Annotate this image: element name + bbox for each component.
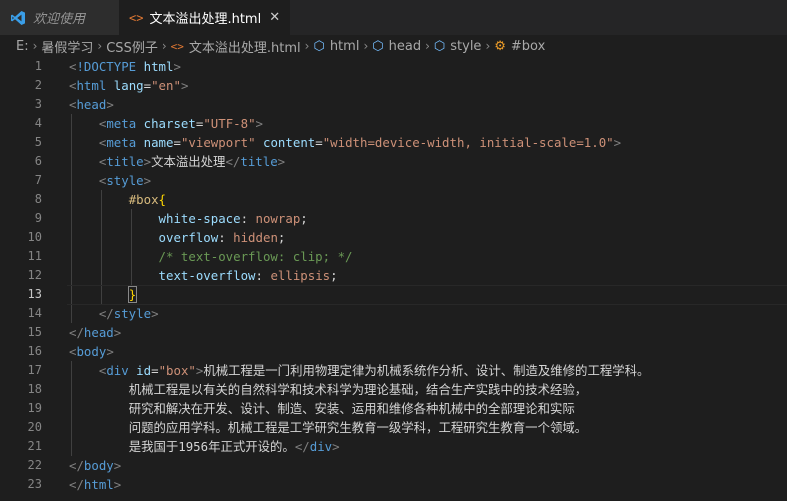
code-line: <meta name="viewport" content="width=dev…: [98, 135, 622, 150]
line-number: 4: [34, 116, 42, 130]
code-line-current: }: [67, 285, 787, 305]
chevron-right-icon: ›: [363, 39, 369, 53]
cube-icon: ⬡: [433, 38, 446, 54]
line-number: 1: [34, 59, 42, 73]
line-number: 22: [27, 458, 42, 472]
line-number: 17: [27, 363, 42, 377]
breadcrumb-symbol-style[interactable]: ⬡ style: [434, 39, 482, 54]
breadcrumb-folder[interactable]: 暑假学习: [41, 37, 93, 56]
code-line: /* text-overflow: clip; */: [158, 249, 353, 264]
code-line: 研究和解决在开发、设计、制造、安装、运用和维修各种机械中的全部理论和实际: [128, 401, 575, 416]
code-line: text-overflow: ellipsis;: [158, 268, 338, 283]
code-line: <html lang="en">: [69, 78, 189, 93]
line-number: 3: [34, 97, 42, 111]
code-line: </html>: [69, 477, 122, 492]
line-number: 8: [34, 192, 42, 206]
code-line: <div id="box">机械工程是一门利用物理定律为机械系统作分析、设计、制…: [98, 363, 650, 378]
cube-icon: ⬡: [372, 38, 384, 54]
tab-bar: 欢迎使用 <> 文本溢出处理.html ✕: [0, 0, 787, 35]
code-line: <head>: [69, 97, 114, 112]
html-file-icon: <>: [129, 10, 144, 25]
code-line: <meta charset="UTF-8">: [98, 116, 263, 131]
chevron-right-icon: ›: [161, 39, 167, 53]
code-line: </body>: [69, 458, 122, 473]
line-number: 23: [27, 477, 42, 491]
code-line: white-space: nowrap;: [158, 211, 308, 226]
breadcrumb-file[interactable]: <> 文本溢出处理.html: [171, 37, 301, 56]
breadcrumb-symbol-selector[interactable]: ⚙ #box: [494, 39, 545, 54]
line-number: 21: [27, 439, 42, 453]
line-number: 5: [34, 135, 42, 149]
chevron-right-icon: ›: [304, 39, 310, 53]
code-line: 机械工程是以有关的自然科学和技术科学为理论基础，结合生产实践中的技术经验，: [128, 382, 588, 397]
code-area[interactable]: <!DOCTYPE html> <html lang="en"> <head> …: [67, 57, 787, 494]
line-number: 19: [27, 401, 42, 415]
close-icon[interactable]: ✕: [269, 10, 280, 25]
chevron-right-icon: ›: [97, 39, 103, 53]
code-line: 是我国于1956年正式开设的。</div>: [128, 439, 340, 454]
line-number-current: 13: [27, 287, 42, 301]
line-number: 11: [27, 249, 42, 263]
breadcrumb: E: › 暑假学习 › CSS例子 › <> 文本溢出处理.html › ⬡ h…: [0, 35, 787, 57]
code-line: 问题的应用学科。机械工程是工学研究生教育一级学科，工程研究生教育一个领域。: [128, 420, 588, 435]
line-number-gutter: 1 2 3 4 5 6 7 8 9 10 11 12 13 14 15 16 1…: [0, 57, 42, 494]
line-number: 12: [27, 268, 42, 282]
breadcrumb-drive[interactable]: E:: [16, 39, 29, 54]
tab-welcome[interactable]: 欢迎使用: [0, 0, 119, 35]
breadcrumb-symbol-html[interactable]: ⬡ html: [313, 39, 359, 54]
code-line: <body>: [69, 344, 114, 359]
html-file-icon: <>: [170, 39, 184, 53]
chevron-right-icon: ›: [485, 39, 491, 53]
line-number: 9: [34, 211, 42, 225]
line-number: 18: [27, 382, 42, 396]
code-line: <style>: [98, 173, 152, 188]
code-line: overflow: hidden;: [158, 230, 286, 245]
chevron-right-icon: ›: [32, 39, 38, 53]
line-number: 10: [27, 230, 42, 244]
symbol-ruler-icon: ⚙: [494, 38, 506, 54]
code-editor[interactable]: 1 2 3 4 5 6 7 8 9 10 11 12 13 14 15 16 1…: [0, 57, 787, 501]
vscode-logo-icon: [10, 10, 26, 26]
code-line: <!DOCTYPE html>: [69, 59, 181, 74]
breadcrumb-symbol-head[interactable]: ⬡ head: [372, 39, 421, 54]
code-line: <title>文本溢出处理</title>: [98, 154, 286, 169]
cube-icon: ⬡: [313, 38, 325, 54]
tab-html-file[interactable]: <> 文本溢出处理.html ✕: [119, 0, 291, 35]
chevron-right-icon: ›: [425, 39, 430, 53]
breadcrumb-folder[interactable]: CSS例子: [106, 37, 158, 56]
code-line: </style>: [98, 306, 159, 321]
line-number: 15: [27, 325, 42, 339]
line-number: 2: [34, 78, 42, 92]
tab-label: 文本溢出处理.html: [149, 12, 262, 27]
line-number: 20: [27, 420, 42, 434]
line-number: 14: [27, 306, 42, 320]
line-number: 6: [34, 154, 42, 168]
tab-label: 欢迎使用: [33, 12, 86, 27]
code-line: </head>: [69, 325, 122, 340]
line-number: 16: [27, 344, 42, 358]
line-number: 7: [34, 173, 42, 187]
code-line: #box{: [128, 192, 166, 207]
